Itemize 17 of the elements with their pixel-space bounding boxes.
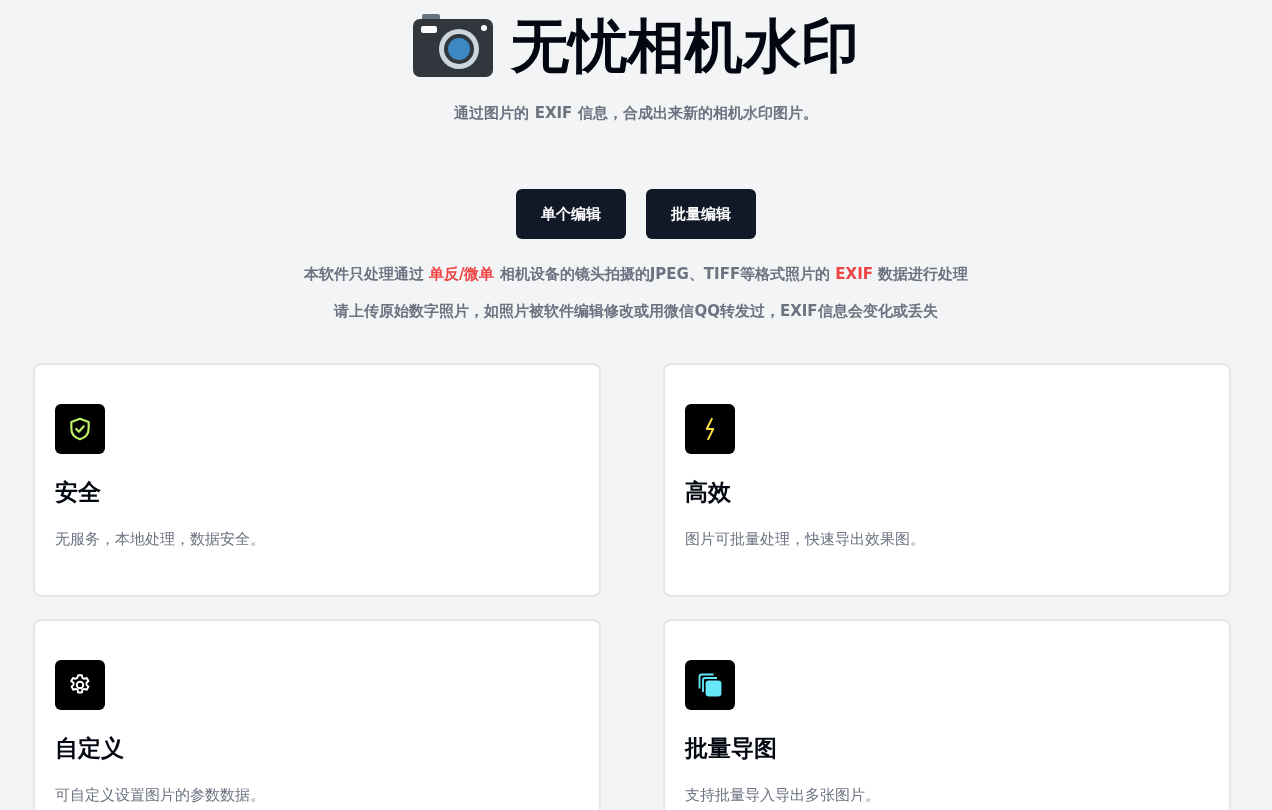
- feature-title: 高效: [685, 478, 732, 506]
- edit-button[interactable]: 单个编辑: [516, 189, 626, 239]
- subtitle: 通过图片的 EXIF 信息，合成出来新的相机水印图片。: [453, 104, 819, 123]
- shield-check-icon: [67, 416, 93, 442]
- feature-title: 批量导图: [685, 734, 778, 762]
- feature-description: 图片可批量处理，快速导出效果图。: [685, 529, 926, 550]
- feature-description: 支持批量导入导出多张图片。: [685, 785, 881, 806]
- edit-button[interactable]: 批量编辑: [646, 189, 756, 239]
- feature-title: 安全: [55, 478, 102, 506]
- stacked-squares-icon: [696, 671, 724, 699]
- camera-icon: [413, 14, 493, 78]
- feature-description: 无服务，本地处理，数据安全。: [55, 529, 266, 550]
- feature-title: 自定义: [55, 734, 125, 762]
- notice-text: 本软件只处理通过 单反/微单 相机设备的镜头拍摄的JPEG、TIFF等格式照片的 EXIF 数据进行处理: [303, 264, 969, 285]
- notice-text: 请上传原始数字照片，如照片被软件编辑修改或用微信QQ转发过，EXIF信息会变化或丢失: [334, 301, 938, 322]
- feature-description: 可自定义设置图片的参数数据。: [55, 785, 266, 806]
- app-title: 无忧相机水印: [511, 11, 859, 82]
